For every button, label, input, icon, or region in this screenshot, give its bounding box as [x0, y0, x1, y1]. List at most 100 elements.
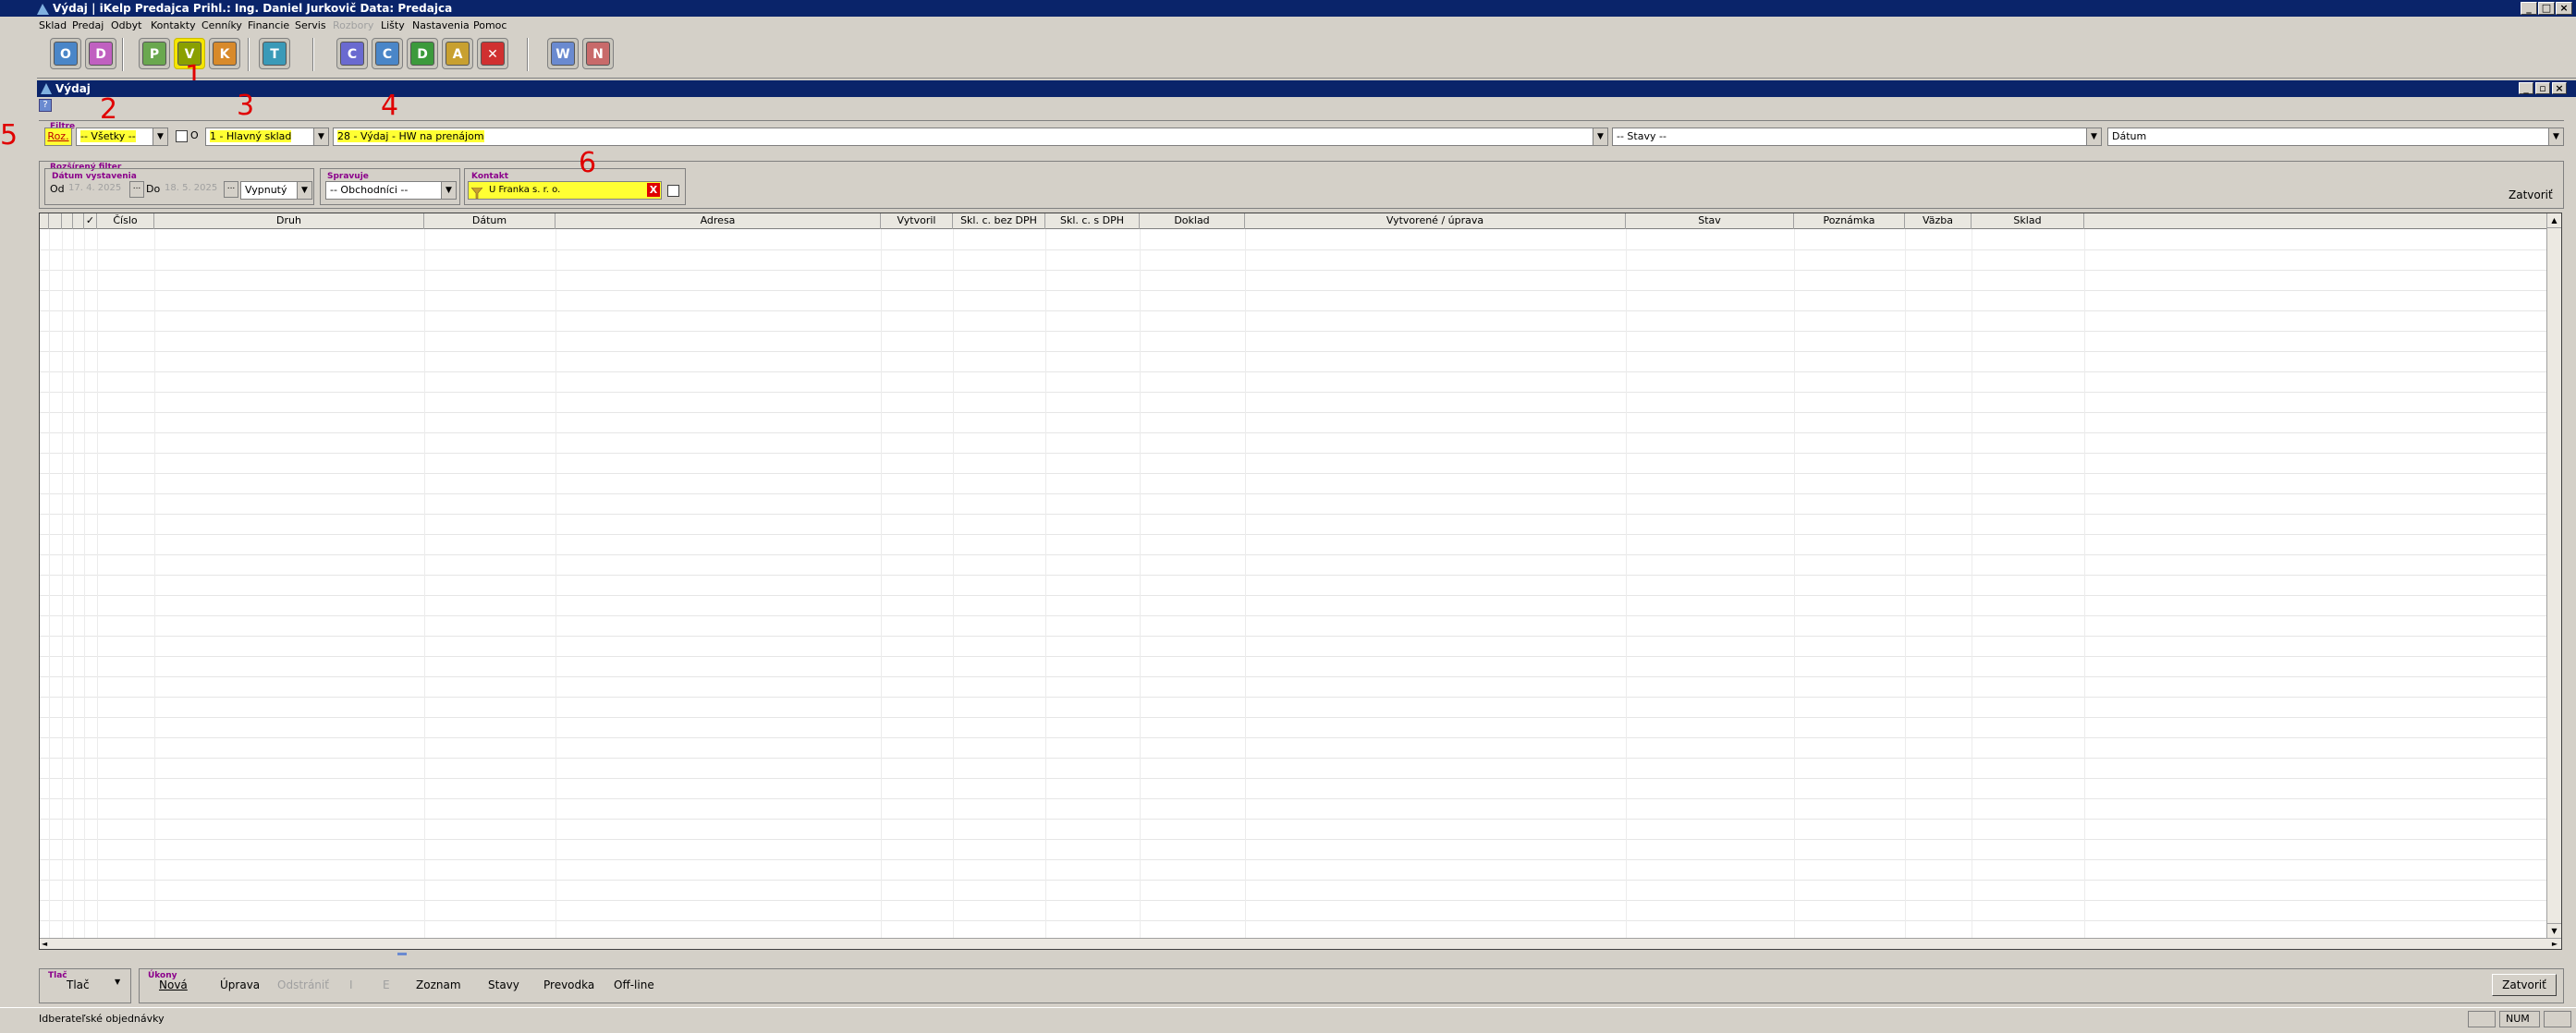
- druh-select[interactable]: 28 - Výdaj - HW na prenájom ▼: [333, 128, 1608, 146]
- datum-select[interactable]: Dátum ▼: [2107, 128, 2564, 146]
- vertical-scrollbar[interactable]: ▲ ▼: [2546, 213, 2561, 938]
- stavy-select[interactable]: -- Stavy -- ▼: [1612, 128, 2102, 146]
- table-row[interactable]: [40, 454, 2549, 474]
- vsetky-select[interactable]: -- Všetky -- ▼: [76, 128, 168, 146]
- table-row[interactable]: [40, 535, 2549, 555]
- table-row[interactable]: [40, 596, 2549, 616]
- close-red-button[interactable]: ✕: [477, 38, 508, 69]
- col-datum[interactable]: Dátum: [424, 213, 555, 229]
- scroll-left-icon[interactable]: ◄: [42, 939, 47, 949]
- scroll-down-icon[interactable]: ▼: [2547, 923, 2561, 938]
- table-row[interactable]: [40, 759, 2549, 779]
- sklad-select[interactable]: 1 - Hlavný sklad ▼: [205, 128, 329, 146]
- offline-button[interactable]: Off-line: [614, 977, 654, 993]
- col-check[interactable]: ✓: [84, 213, 97, 229]
- table-row[interactable]: [40, 637, 2549, 657]
- uprava-button[interactable]: Úprava: [220, 977, 260, 993]
- do-date[interactable]: 18. 5. 2025: [165, 183, 217, 193]
- table-row[interactable]: [40, 820, 2549, 840]
- table-row[interactable]: [40, 738, 2549, 759]
- o-checkbox[interactable]: [176, 130, 188, 142]
- col-druh[interactable]: Druh: [154, 213, 424, 229]
- zoznam-button[interactable]: Zoznam: [416, 977, 461, 993]
- table-row[interactable]: [40, 250, 2549, 271]
- col-stav[interactable]: Stav: [1626, 213, 1794, 229]
- prijem-button[interactable]: P: [139, 38, 170, 69]
- a-button[interactable]: A: [442, 38, 473, 69]
- menu-pomoc[interactable]: Pomoc: [473, 17, 507, 34]
- note-button[interactable]: N: [582, 38, 614, 69]
- kontakt-checkbox[interactable]: [667, 185, 679, 197]
- table-row[interactable]: [40, 393, 2549, 413]
- menu-cenniky[interactable]: Cenníky: [201, 17, 242, 34]
- menu-nastavenia[interactable]: Nastavenia: [412, 17, 470, 34]
- c1-button[interactable]: C: [336, 38, 368, 69]
- table-row[interactable]: [40, 474, 2549, 494]
- prevodka-button[interactable]: Prevodka: [543, 977, 594, 993]
- menu-financie[interactable]: Financie: [248, 17, 289, 34]
- ds-button[interactable]: D: [85, 38, 116, 69]
- col-cislo[interactable]: Číslo: [97, 213, 154, 229]
- col-doklad[interactable]: Doklad: [1140, 213, 1245, 229]
- table-row[interactable]: [40, 515, 2549, 535]
- close-window-button[interactable]: ×: [2556, 2, 2572, 15]
- table-row[interactable]: [40, 555, 2549, 576]
- table-row[interactable]: [40, 779, 2549, 799]
- table-row[interactable]: [40, 332, 2549, 352]
- table-row[interactable]: [40, 352, 2549, 372]
- col-skl-bez-dph[interactable]: Skl. c. bez DPH: [953, 213, 1045, 229]
- nova-button[interactable]: Nová: [159, 977, 188, 993]
- table-row[interactable]: [40, 230, 2549, 250]
- col-blank[interactable]: [49, 213, 62, 229]
- splitter-handle[interactable]: [397, 953, 407, 955]
- od-date[interactable]: 17. 4. 2025: [68, 183, 121, 193]
- table-row[interactable]: [40, 840, 2549, 860]
- col-flag[interactable]: [73, 213, 84, 229]
- word-button[interactable]: W: [547, 38, 579, 69]
- menu-odbyt[interactable]: Odbyt: [111, 17, 141, 34]
- zatvorit-button[interactable]: Zatvoriť: [2492, 974, 2557, 996]
- table-row[interactable]: [40, 576, 2549, 596]
- col-skl-s-dph[interactable]: Skl. c. s DPH: [1045, 213, 1140, 229]
- col-adresa[interactable]: Adresa: [555, 213, 881, 229]
- table-row[interactable]: [40, 860, 2549, 881]
- menu-listy[interactable]: Lišty: [381, 17, 405, 34]
- c2-button[interactable]: C: [372, 38, 403, 69]
- col-sklad[interactable]: Sklad: [1972, 213, 2084, 229]
- scroll-right-icon[interactable]: ►: [2552, 939, 2558, 949]
- col-mark[interactable]: [62, 213, 73, 229]
- col-vytvoril[interactable]: Vytvoril: [881, 213, 953, 229]
- table-row[interactable]: [40, 271, 2549, 291]
- table-row[interactable]: [40, 881, 2549, 901]
- minimize-button[interactable]: _: [2521, 2, 2537, 15]
- data-grid[interactable]: ✓ Číslo Druh Dátum Adresa Vytvoril Skl. …: [39, 213, 2562, 950]
- table-row[interactable]: [40, 718, 2549, 738]
- doc-minimize-button[interactable]: _: [2519, 82, 2533, 94]
- table-row[interactable]: [40, 291, 2549, 311]
- do-picker-button[interactable]: ...: [224, 181, 238, 198]
- d-button[interactable]: D: [407, 38, 438, 69]
- table-row[interactable]: [40, 657, 2549, 677]
- col-vytvorene-uprava[interactable]: Vytvorené / úprava: [1245, 213, 1626, 229]
- table-row[interactable]: [40, 616, 2549, 637]
- menu-kontakty[interactable]: Kontakty: [151, 17, 196, 34]
- table-row[interactable]: [40, 494, 2549, 515]
- table-row[interactable]: [40, 413, 2549, 433]
- stavy-button[interactable]: Stavy: [488, 977, 519, 993]
- col-select[interactable]: [40, 213, 49, 229]
- menu-sklad[interactable]: Sklad: [39, 17, 67, 34]
- maximize-button[interactable]: □: [2538, 2, 2555, 15]
- scroll-up-icon[interactable]: ▲: [2547, 213, 2561, 228]
- help-icon[interactable]: ?: [39, 99, 52, 112]
- table-row[interactable]: [40, 433, 2549, 454]
- tlac-button[interactable]: Tlač: [67, 977, 90, 993]
- table-row[interactable]: [40, 901, 2549, 921]
- vypnuty-select[interactable]: Vypnutý ▼: [240, 181, 312, 200]
- menu-predaj[interactable]: Predaj: [72, 17, 104, 34]
- table-row[interactable]: [40, 372, 2549, 393]
- table-row[interactable]: [40, 677, 2549, 698]
- k-button[interactable]: K: [209, 38, 240, 69]
- table-row[interactable]: [40, 311, 2549, 332]
- od-picker-button[interactable]: ...: [129, 181, 144, 198]
- chevron-down-icon[interactable]: ▼: [115, 978, 120, 986]
